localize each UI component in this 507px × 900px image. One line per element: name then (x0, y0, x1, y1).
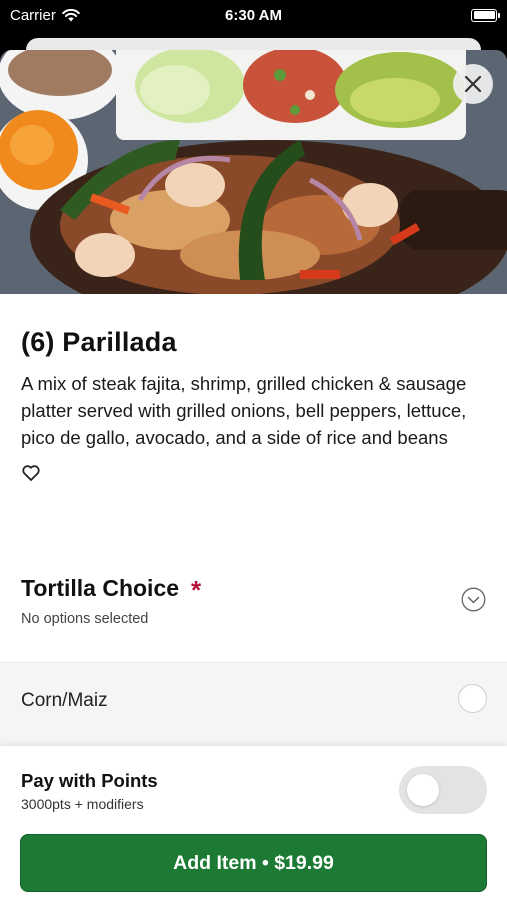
option-row-corn[interactable]: Corn/Maiz (0, 662, 507, 746)
fajita-platter-photo (0, 50, 507, 294)
item-detail-sheet: (6) Parillada A mix of steak fajita, shr… (0, 50, 507, 900)
section-title: Tortilla Choice * (21, 573, 486, 605)
section-subtitle: No options selected (21, 611, 149, 627)
status-left: Carrier (10, 7, 80, 24)
section-title-text: Tortilla Choice (21, 574, 180, 601)
item-title: (6) Parillada (21, 327, 177, 357)
option-label: Corn/Maiz (21, 690, 108, 711)
pay-with-points-toggle[interactable] (399, 766, 487, 814)
status-bar: Carrier 6:30 AM (0, 0, 507, 30)
battery-icon (471, 8, 500, 22)
heart-outline-icon[interactable] (21, 463, 41, 483)
wifi-icon (62, 8, 80, 21)
toggle-knob (407, 774, 439, 806)
checkout-footer: Pay with Points 3000pts + modifiers Add … (0, 746, 507, 900)
chevron-down-circle-icon[interactable] (461, 587, 486, 612)
item-description: A mix of steak fajita, shrimp, grilled c… (21, 373, 467, 448)
close-icon (464, 75, 482, 93)
carrier-label: Carrier (10, 6, 56, 24)
required-indicator: * (191, 575, 202, 605)
battery-fill (473, 11, 495, 19)
pay-with-points-subtitle: 3000pts + modifiers (21, 796, 144, 812)
option-radio[interactable] (458, 684, 487, 713)
close-button[interactable] (453, 64, 493, 104)
add-item-button[interactable]: Add Item • $19.99 (20, 834, 487, 892)
tortilla-choice-section[interactable]: Tortilla Choice * No options selected (21, 573, 486, 627)
item-info: (6) Parillada A mix of steak fajita, shr… (21, 327, 486, 483)
pay-with-points-title: Pay with Points (21, 770, 158, 791)
